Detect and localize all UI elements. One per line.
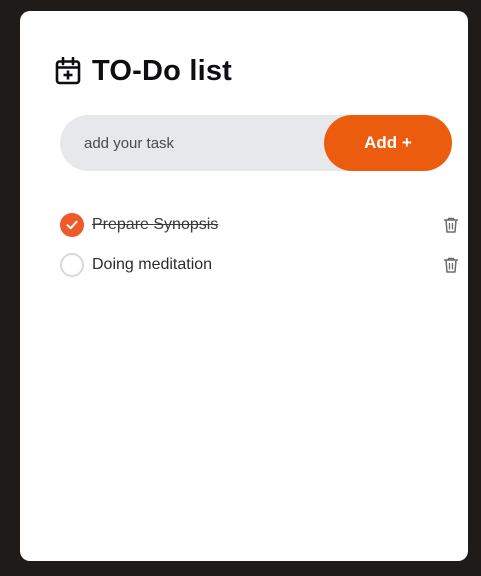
- check-icon: [66, 220, 78, 230]
- page-title: TO-Do list: [92, 54, 233, 87]
- task-input-row: Add +: [60, 115, 452, 171]
- task-checkbox-checked[interactable]: [60, 213, 84, 237]
- trash-icon[interactable]: [442, 256, 460, 274]
- add-task-button[interactable]: Add +: [324, 115, 452, 171]
- task-item-prepare-synopsis[interactable]: Prepare Synopsis: [60, 205, 459, 245]
- todo-card: TO-Do list Add + Prepare Synopsis: [20, 11, 468, 561]
- task-input[interactable]: [84, 115, 314, 171]
- header: TO-Do list: [55, 55, 232, 87]
- task-checkbox-unchecked[interactable]: [60, 253, 84, 277]
- task-label[interactable]: Prepare Synopsis: [92, 216, 218, 234]
- task-item-doing-meditation[interactable]: Doing meditation: [60, 245, 459, 285]
- calendar-plus-icon: [55, 56, 81, 85]
- task-list: Prepare Synopsis Doing meditation: [60, 205, 459, 285]
- task-label[interactable]: Doing meditation: [92, 256, 212, 274]
- trash-icon[interactable]: [442, 216, 460, 234]
